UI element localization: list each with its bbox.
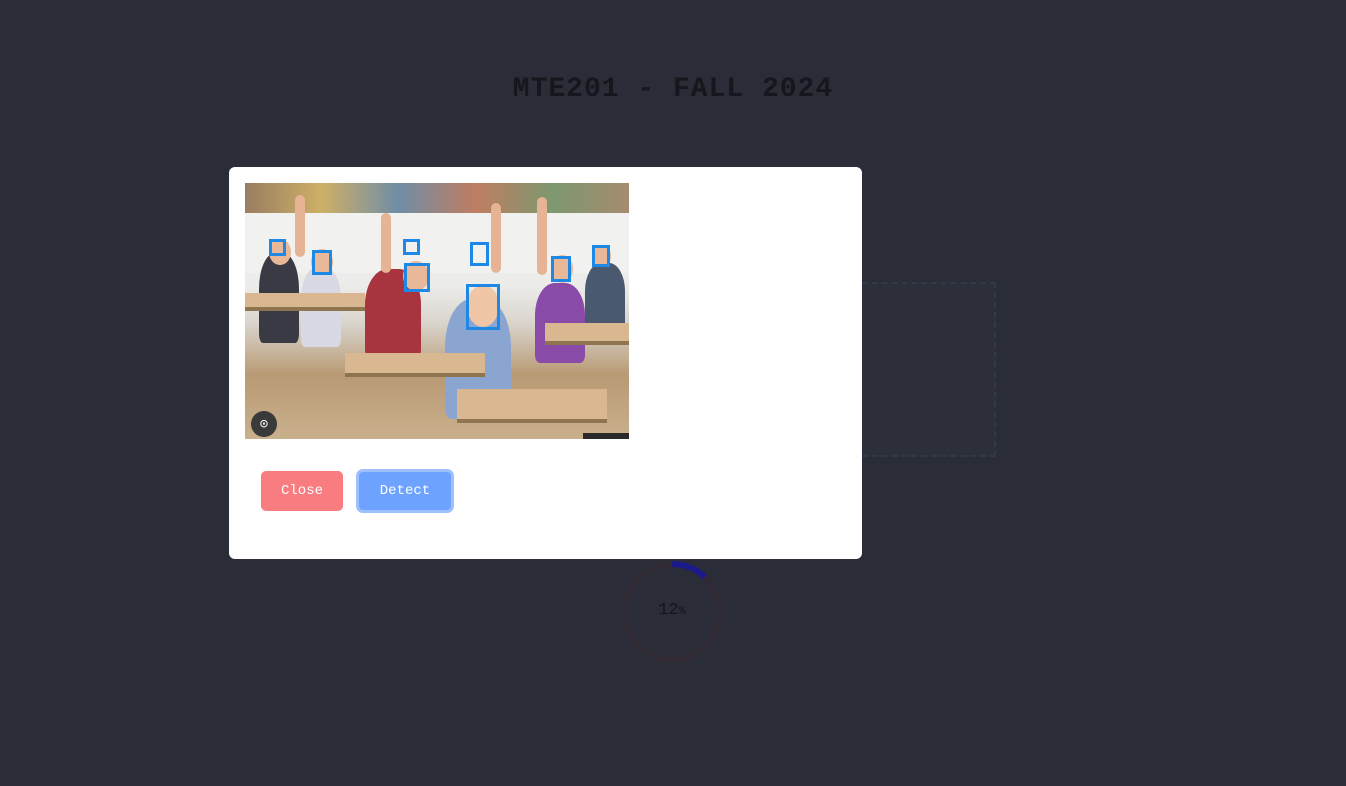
app-page: MTE201 - FALL 2024 12% ⊙ Close Detect (0, 0, 1346, 786)
photo-watermark (583, 433, 629, 439)
photo-desk (545, 323, 629, 345)
face-detection-box (466, 284, 500, 330)
photo-raised-arm (295, 195, 305, 257)
detection-modal: ⊙ Close Detect (229, 167, 862, 559)
progress-value: 12 (658, 601, 679, 620)
progress-label: 12% (618, 601, 726, 620)
photo-desk (345, 353, 485, 377)
face-detection-box (592, 245, 610, 267)
photo-raised-arm (537, 197, 547, 275)
face-detection-box (269, 239, 286, 256)
photo-raised-arm (491, 203, 501, 273)
progress-unit: % (678, 604, 686, 618)
detect-button[interactable]: Detect (356, 469, 454, 513)
lens-search-icon[interactable]: ⊙ (251, 411, 277, 437)
image-dropzone[interactable] (862, 282, 996, 457)
face-detection-box (551, 256, 571, 282)
photo-desk (457, 389, 607, 423)
photo-raised-arm (381, 213, 391, 273)
classroom-photo: ⊙ (245, 183, 629, 439)
face-detection-box (404, 263, 430, 292)
progress-indicator: 12% (618, 558, 726, 666)
face-detection-box (470, 242, 489, 266)
face-detection-box (403, 239, 420, 255)
close-button[interactable]: Close (261, 471, 343, 511)
photo-desk (245, 293, 365, 311)
page-title: MTE201 - FALL 2024 (512, 74, 834, 105)
face-detection-box (312, 250, 332, 275)
